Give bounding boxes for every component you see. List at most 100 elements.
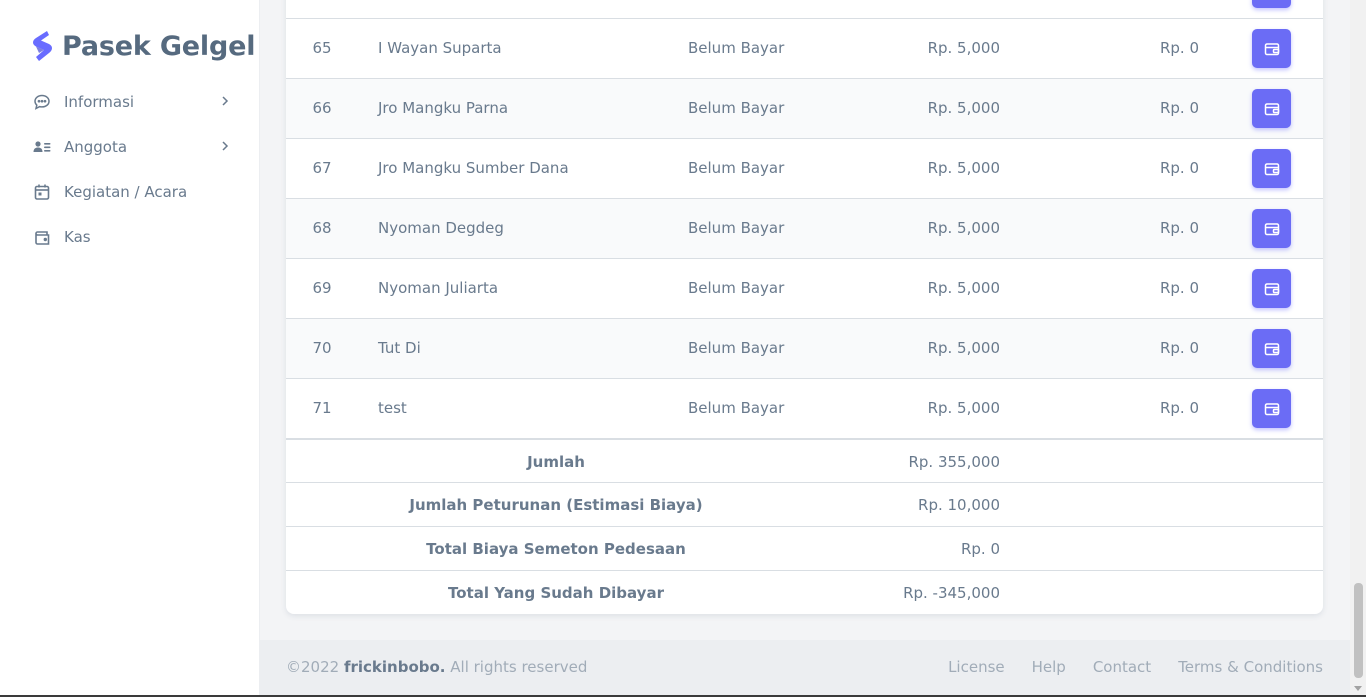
footer-link-terms[interactable]: Terms & Conditions (1178, 658, 1323, 676)
payment-status: Belum Bayar (688, 159, 785, 177)
pay-button[interactable] (1252, 0, 1291, 8)
table-row: 65 I Wayan Suparta Belum Bayar Rp. 5,000… (286, 18, 1323, 78)
summary-value: Rp. -345,000 (903, 584, 1000, 602)
row-number: 69 (312, 279, 332, 297)
calendar-icon (32, 182, 52, 202)
sidebar-item-kegiatan[interactable]: Kegiatan / Acara (18, 169, 244, 214)
footer-link-license[interactable]: License (948, 658, 1005, 676)
summary-row-paid: Total Yang Sudah Dibayar Rp. -345,000 (286, 570, 1323, 614)
sidebar-item-label: Informasi (64, 92, 135, 111)
summary-label: Total Biaya Semeton Pedesaan (426, 540, 686, 558)
table-row-partial (286, 0, 1323, 18)
member-name: Jro Mangku Parna (378, 99, 509, 117)
chevron-right-icon (222, 141, 229, 151)
amount-paid: Rp. 0 (1159, 159, 1199, 177)
chat-bubble-icon (32, 92, 52, 112)
sidebar-item-label: Anggota (64, 137, 128, 156)
main-content: 65 I Wayan Suparta Belum Bayar Rp. 5,000… (260, 0, 1350, 697)
member-name: Nyoman Degdeg (378, 219, 504, 237)
copyright-prefix: ©2022 (286, 658, 344, 676)
amount-due: Rp. 5,000 (927, 39, 1000, 57)
wallet-icon (1264, 42, 1279, 55)
copyright-rights: All rights reserved (445, 658, 588, 676)
pay-button[interactable] (1252, 89, 1291, 128)
payment-table-card: 65 I Wayan Suparta Belum Bayar Rp. 5,000… (286, 0, 1323, 614)
sidebar-item-anggota[interactable]: Anggota (18, 124, 244, 169)
summary-row-estimate: Jumlah Peturunan (Estimasi Biaya) Rp. 10… (286, 482, 1323, 526)
summary-label: Jumlah (527, 453, 585, 471)
wallet-icon (1264, 222, 1279, 235)
summary-value: Rp. 355,000 (908, 453, 1000, 471)
amount-due: Rp. 5,000 (927, 399, 1000, 417)
sidebar-item-label: Kas (64, 227, 91, 246)
table-row: 70 Tut Di Belum Bayar Rp. 5,000 Rp. 0 (286, 318, 1323, 378)
brand-logo-icon (33, 31, 52, 61)
member-name: Tut Di (378, 339, 421, 357)
footer: ©2022 frickinbobo. All rights reserved L… (260, 640, 1350, 697)
sidebar: Pasek Gelgel Informasi Anggota Kegiatan … (0, 0, 260, 697)
amount-paid: Rp. 0 (1159, 99, 1199, 117)
summary-label: Total Yang Sudah Dibayar (448, 584, 664, 602)
member-name: Nyoman Juliarta (378, 279, 499, 297)
wallet-icon (1264, 402, 1279, 415)
payment-status: Belum Bayar (688, 279, 785, 297)
row-number: 68 (312, 219, 332, 237)
row-number: 70 (312, 339, 332, 357)
summary-row-village-cost: Total Biaya Semeton Pedesaan Rp. 0 (286, 526, 1323, 570)
wallet-icon (1264, 162, 1279, 175)
footer-copyright: ©2022 frickinbobo. All rights reserved (286, 658, 587, 676)
amount-paid: Rp. 0 (1159, 219, 1199, 237)
amount-due: Rp. 5,000 (927, 159, 1000, 177)
amount-due: Rp. 5,000 (927, 219, 1000, 237)
footer-links: License Help Contact Terms & Conditions (921, 658, 1323, 676)
pay-button[interactable] (1252, 209, 1291, 248)
sidebar-item-label: Kegiatan / Acara (64, 182, 188, 201)
summary-row-total: Jumlah Rp. 355,000 (286, 438, 1323, 482)
footer-link-help[interactable]: Help (1032, 658, 1066, 676)
row-number: 71 (312, 399, 332, 417)
summary-value: Rp. 10,000 (918, 496, 1000, 514)
brand[interactable]: Pasek Gelgel (30, 29, 255, 63)
chevron-right-icon (222, 96, 229, 106)
pay-button[interactable] (1252, 29, 1291, 68)
payment-status: Belum Bayar (688, 39, 785, 57)
amount-due: Rp. 5,000 (927, 339, 1000, 357)
member-name: Jro Mangku Sumber Dana (378, 159, 569, 177)
amount-paid: Rp. 0 (1159, 339, 1199, 357)
wallet-icon (1264, 282, 1279, 295)
sidebar-menu: Informasi Anggota Kegiatan / Acara Kas (18, 79, 244, 259)
footer-author-link[interactable]: frickinbobo. (344, 658, 446, 676)
pay-button[interactable] (1252, 329, 1291, 368)
wallet-icon (1264, 342, 1279, 355)
brand-name: Pasek Gelgel (62, 30, 256, 62)
table-row: 71 test Belum Bayar Rp. 5,000 Rp. 0 (286, 378, 1323, 438)
wallet-icon (1264, 102, 1279, 115)
payment-status: Belum Bayar (688, 339, 785, 357)
row-number: 66 (312, 99, 332, 117)
amount-paid: Rp. 0 (1159, 399, 1199, 417)
row-number: 67 (312, 159, 332, 177)
footer-link-contact[interactable]: Contact (1093, 658, 1151, 676)
sidebar-item-kas[interactable]: Kas (18, 214, 244, 259)
payment-status: Belum Bayar (688, 399, 785, 417)
amount-paid: Rp. 0 (1159, 39, 1199, 57)
pay-button[interactable] (1252, 389, 1291, 428)
member-name: I Wayan Suparta (378, 39, 502, 57)
amount-due: Rp. 5,000 (927, 279, 1000, 297)
scroll-down-arrow-icon[interactable] (1354, 686, 1362, 691)
table-row: 68 Nyoman Degdeg Belum Bayar Rp. 5,000 R… (286, 198, 1323, 258)
sidebar-item-informasi[interactable]: Informasi (18, 79, 244, 124)
page-scrollbar[interactable] (1350, 0, 1366, 697)
payment-status: Belum Bayar (688, 219, 785, 237)
table-row: 67 Jro Mangku Sumber Dana Belum Bayar Rp… (286, 138, 1323, 198)
scrollbar-thumb[interactable] (1354, 583, 1363, 678)
table-row: 66 Jro Mangku Parna Belum Bayar Rp. 5,00… (286, 78, 1323, 138)
summary-value: Rp. 0 (960, 540, 1000, 558)
wallet-icon (32, 227, 52, 247)
row-number: 65 (312, 39, 332, 57)
pay-button[interactable] (1252, 269, 1291, 308)
payment-status: Belum Bayar (688, 99, 785, 117)
amount-paid: Rp. 0 (1159, 279, 1199, 297)
pay-button[interactable] (1252, 149, 1291, 188)
user-list-icon (32, 137, 52, 157)
